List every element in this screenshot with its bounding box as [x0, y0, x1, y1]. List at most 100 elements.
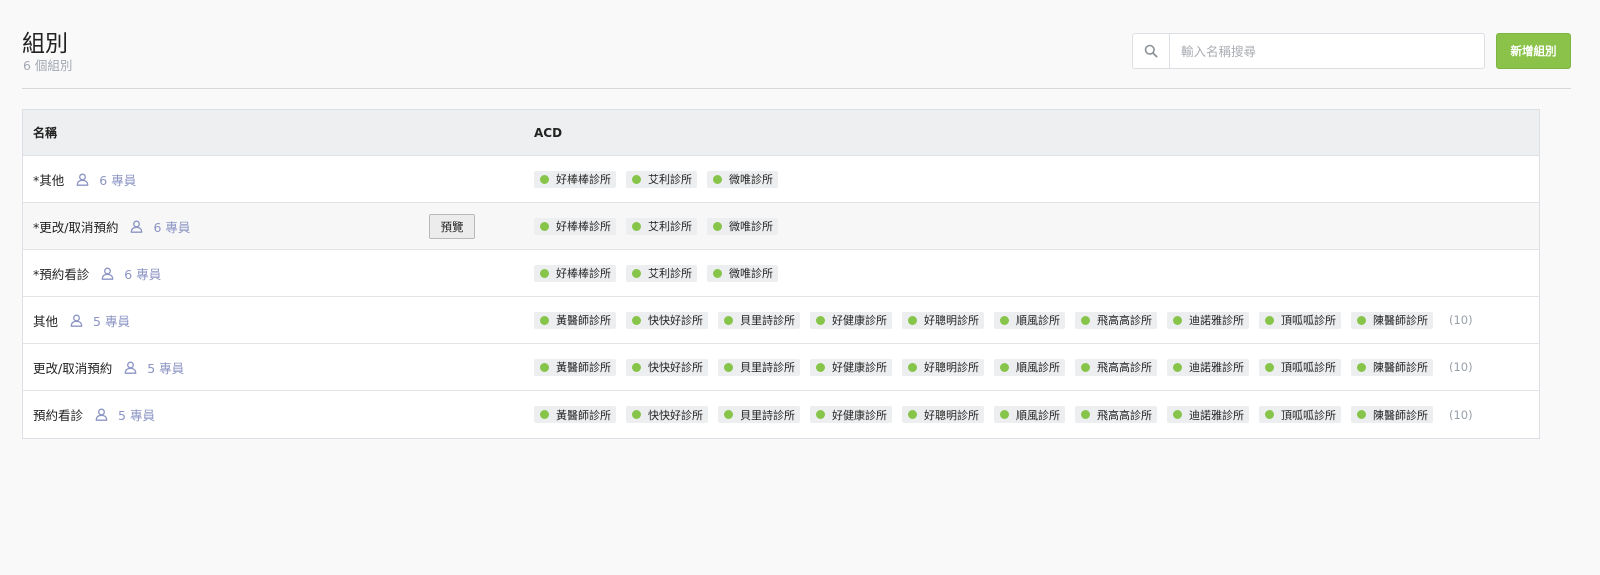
- clinic-tag: 快快好診所: [626, 311, 708, 329]
- status-dot-icon: [908, 410, 917, 419]
- group-name[interactable]: 其他: [33, 311, 58, 330]
- table-row[interactable]: *其他 6 專員 好棒棒診所 艾利診所 微唯診所: [23, 156, 1539, 203]
- search-icon[interactable]: [1133, 34, 1170, 68]
- clinic-name: 好棒棒診所: [556, 267, 611, 280]
- status-dot-icon: [540, 221, 549, 231]
- clinic-tag: 順風診所: [994, 406, 1065, 423]
- group-name-cell: *預約看診 6 專員: [33, 250, 161, 296]
- member-count: 5 專員: [93, 313, 130, 329]
- clinic-tag: 順風診所: [994, 358, 1065, 376]
- clinic-name: 快快好診所: [648, 314, 703, 327]
- clinic-name: 艾利診所: [648, 173, 692, 186]
- clinic-name: 順風診所: [1016, 408, 1060, 422]
- clinic-tag: 迪諾雅診所: [1167, 406, 1249, 423]
- clinic-count[interactable]: (10): [1449, 408, 1473, 422]
- clinic-name: 陳醫師診所: [1373, 314, 1428, 327]
- clinic-name: 頂呱呱診所: [1281, 314, 1336, 327]
- member-count: 6 專員: [99, 172, 137, 188]
- clinic-name: 黃醫師診所: [556, 361, 611, 374]
- clinic-name: 艾利診所: [648, 220, 692, 233]
- clinic-name: 貝里詩診所: [740, 408, 795, 422]
- status-dot-icon: [1357, 315, 1366, 325]
- acd-cell: 黃醫師診所 快快好診所 貝里詩診所 好健康診所 好聰明診所 順風診所 飛高高診所 迪諾雅診所 頂…: [534, 297, 1473, 343]
- status-dot-icon: [816, 362, 825, 372]
- clinic-tag: 好棒棒診所: [534, 264, 616, 282]
- user-icon: [130, 220, 148, 233]
- table-row[interactable]: 更改/取消預約 5 專員 黃醫師診所 快快好診所 貝里詩診所 好健康診所 好聰明診所 順風診所…: [23, 344, 1539, 391]
- clinic-tag: 順風診所: [994, 311, 1065, 329]
- clinic-name: 好聰明診所: [924, 408, 979, 422]
- clinic-tag: 微唯診所: [707, 170, 778, 188]
- acd-cell: 好棒棒診所 艾利診所 微唯診所: [534, 156, 788, 202]
- clinic-tag: 陳醫師診所: [1351, 406, 1433, 423]
- status-dot-icon: [1357, 410, 1366, 419]
- member-count: 5 專員: [147, 360, 185, 376]
- column-header-acd: ACD: [534, 126, 563, 140]
- clinic-name: 好棒棒診所: [556, 173, 611, 186]
- groups-table: 名稱 ACD *其他 6 專員 好棒棒診所 艾利診所 微唯診所 *更改/取消預約 6 專員預…: [22, 109, 1540, 439]
- member-count-link[interactable]: 6 專員: [130, 217, 190, 236]
- status-dot-icon: [540, 315, 549, 325]
- member-count-link[interactable]: 5 專員: [70, 311, 130, 330]
- group-name[interactable]: *預約看診: [33, 264, 89, 283]
- clinic-name: 好棒棒診所: [556, 220, 611, 233]
- member-count-link[interactable]: 5 專員: [95, 405, 155, 424]
- table-row[interactable]: 其他 5 專員 黃醫師診所 快快好診所 貝里詩診所 好健康診所 好聰明診所 順風診所 飛高高診所…: [23, 297, 1539, 344]
- clinic-tag: 頂呱呱診所: [1259, 311, 1341, 329]
- table-header: 名稱 ACD: [23, 110, 1539, 156]
- clinic-tag: 飛高高診所: [1075, 311, 1157, 329]
- clinic-count[interactable]: (10): [1449, 360, 1473, 374]
- clinic-tag: 微唯診所: [707, 217, 778, 235]
- status-dot-icon: [908, 362, 917, 372]
- status-dot-icon: [1000, 362, 1009, 372]
- search-input[interactable]: [1170, 34, 1484, 68]
- status-dot-icon: [540, 410, 549, 419]
- clinic-name: 好健康診所: [832, 361, 887, 374]
- clinic-tag: 快快好診所: [626, 358, 708, 376]
- table-row[interactable]: *預約看診 6 專員 好棒棒診所 艾利診所 微唯診所: [23, 250, 1539, 297]
- clinic-name: 迪諾雅診所: [1189, 361, 1244, 374]
- user-icon: [95, 408, 113, 421]
- member-count-link[interactable]: 6 專員: [76, 170, 136, 189]
- clinic-tag: 頂呱呱診所: [1259, 358, 1341, 376]
- status-dot-icon: [908, 315, 917, 325]
- status-dot-icon: [540, 174, 549, 184]
- clinic-tag: 好棒棒診所: [534, 217, 616, 235]
- status-dot-icon: [540, 268, 549, 278]
- clinic-name: 黃醫師診所: [556, 314, 611, 327]
- member-count-link[interactable]: 6 專員: [101, 264, 161, 283]
- clinic-name: 貝里詩診所: [740, 314, 795, 327]
- clinic-tag: 好健康診所: [810, 358, 892, 376]
- table-row[interactable]: *更改/取消預約 6 專員 預覽 好棒棒診所 艾利診所 微唯診所: [23, 203, 1539, 250]
- status-dot-icon: [1173, 362, 1182, 372]
- clinic-tag: 迪諾雅診所: [1167, 311, 1249, 329]
- preview-button[interactable]: 預覽: [429, 214, 475, 239]
- status-dot-icon: [632, 268, 641, 278]
- status-dot-icon: [632, 315, 641, 325]
- user-icon: [76, 173, 94, 186]
- clinic-name: 黃醫師診所: [556, 408, 611, 422]
- group-name-cell: 其他 5 專員: [33, 297, 130, 343]
- table-row[interactable]: 預約看診 5 專員 黃醫師診所 快快好診所 貝里詩診所 好健康診所 好聰明診所 順風診所 飛高高…: [23, 391, 1539, 438]
- member-count-link[interactable]: 5 專員: [124, 358, 184, 377]
- clinic-name: 頂呱呱診所: [1281, 408, 1336, 422]
- group-name[interactable]: *更改/取消預約: [33, 217, 118, 236]
- status-dot-icon: [1081, 410, 1090, 419]
- status-dot-icon: [632, 221, 641, 231]
- clinic-count[interactable]: (10): [1449, 313, 1473, 327]
- add-group-button[interactable]: 新增組別: [1496, 33, 1571, 69]
- clinic-tag: 好健康診所: [810, 406, 892, 423]
- clinic-name: 快快好診所: [648, 361, 703, 374]
- clinic-name: 好健康診所: [832, 408, 887, 422]
- clinic-name: 微唯診所: [729, 173, 773, 186]
- search-box: [1132, 33, 1485, 69]
- clinic-name: 微唯診所: [729, 267, 773, 280]
- group-name[interactable]: *其他: [33, 170, 64, 189]
- group-name[interactable]: 更改/取消預約: [33, 358, 112, 377]
- clinic-tag: 黃醫師診所: [534, 406, 616, 423]
- clinic-tag: 飛高高診所: [1075, 358, 1157, 376]
- clinic-tag: 貝里詩診所: [718, 358, 800, 376]
- status-dot-icon: [724, 362, 733, 372]
- group-name[interactable]: 預約看診: [33, 405, 83, 424]
- clinic-tag: 好聰明診所: [902, 358, 984, 376]
